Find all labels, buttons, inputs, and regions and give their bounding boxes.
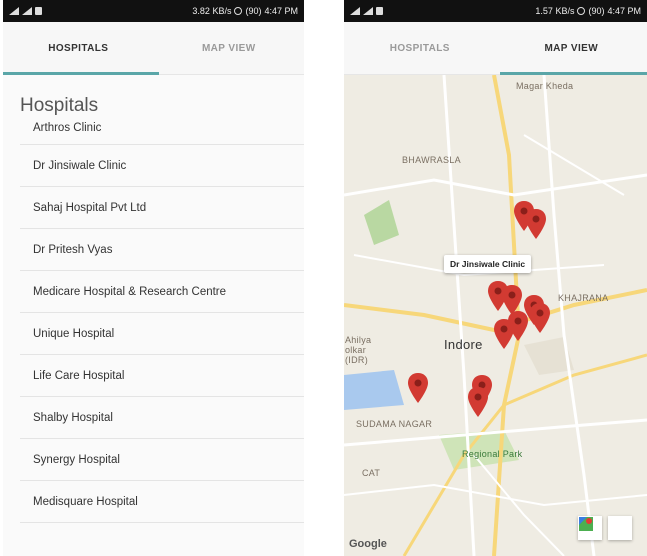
signal-icon <box>9 7 19 15</box>
tab-bar: HOSPITALS MAP VIEW <box>3 22 304 75</box>
hospital-list: Arthros Clinic Dr Jinsiwale Clinic Sahaj… <box>3 117 304 523</box>
signal-icon <box>350 7 360 15</box>
hospitals-screen: 3.82 KB/s (90) 4:47 PM HOSPITALS MAP VIE… <box>3 0 304 556</box>
map-pin-icon[interactable] <box>526 209 546 239</box>
map-pin-icon[interactable] <box>408 373 428 403</box>
tab-hospitals[interactable]: HOSPITALS <box>344 22 496 74</box>
list-item[interactable]: Medicare Hospital & Research Centre <box>20 271 304 313</box>
clock: 4:47 PM <box>607 6 641 16</box>
notification-icon <box>376 7 383 15</box>
map-label: SUDAMA NAGAR <box>356 419 433 429</box>
status-icons-right: 3.82 KB/s (90) 4:47 PM <box>192 6 298 16</box>
map-label: olkar <box>345 345 367 355</box>
alarm-icon <box>234 7 243 15</box>
battery-level: (90) <box>245 6 262 16</box>
map-pin-icon[interactable] <box>468 387 488 417</box>
tab-indicator <box>3 72 159 75</box>
status-icons-right: 1.57 KB/s (90) 4:47 PM <box>535 6 641 16</box>
google-maps-icon <box>579 517 593 531</box>
list-item[interactable]: Dr Pritesh Vyas <box>20 229 304 271</box>
notification-icon <box>35 7 42 15</box>
map-label: Magar Kheda <box>516 81 574 91</box>
google-logo: Google <box>349 538 387 550</box>
tab-map-view[interactable]: MAP VIEW <box>154 22 305 74</box>
list-item[interactable]: Dr Jinsiwale Clinic <box>20 145 304 187</box>
open-in-maps-button[interactable] <box>579 516 632 540</box>
network-speed: 3.82 KB/s <box>192 6 232 16</box>
map-label: Regional Park <box>462 449 523 459</box>
status-icons-left <box>350 7 383 15</box>
signal-icon <box>22 7 32 15</box>
tab-bar: HOSPITALS MAP VIEW <box>344 22 647 75</box>
status-icons-left <box>9 7 42 15</box>
map-background <box>344 75 647 556</box>
list-item[interactable]: Medisquare Hospital <box>20 481 304 523</box>
network-speed: 1.57 KB/s <box>535 6 575 16</box>
map-label: Indore <box>444 337 483 352</box>
list-item[interactable]: Life Care Hospital <box>20 355 304 397</box>
map-label: CAT <box>362 468 381 478</box>
map-pin-icon[interactable] <box>530 303 550 333</box>
map-label: KHAJRANA <box>558 293 609 303</box>
list-item[interactable]: Arthros Clinic <box>20 117 304 145</box>
map-screen: 1.57 KB/s (90) 4:47 PM HOSPITALS MAP VIE… <box>344 0 647 556</box>
list-item[interactable]: Sahaj Hospital Pvt Ltd <box>20 187 304 229</box>
list-item[interactable]: Unique Hospital <box>20 313 304 355</box>
tab-hospitals[interactable]: HOSPITALS <box>3 22 154 74</box>
clock: 4:47 PM <box>264 6 298 16</box>
map-label: (IDR) <box>345 355 368 365</box>
map-label: BHAWRASLA <box>402 155 461 165</box>
map-pin-icon[interactable] <box>494 319 514 349</box>
tab-map-view[interactable]: MAP VIEW <box>496 22 647 74</box>
signal-icon <box>363 7 373 15</box>
map-label: Ahilya <box>345 335 372 345</box>
list-item[interactable]: Shalby Hospital <box>20 397 304 439</box>
battery-level: (90) <box>588 6 605 16</box>
marker-tooltip[interactable]: Dr Jinsiwale Clinic <box>444 255 532 273</box>
status-bar: 1.57 KB/s (90) 4:47 PM <box>344 0 647 22</box>
map-toolbar <box>578 516 632 540</box>
list-item[interactable]: Synergy Hospital <box>20 439 304 481</box>
alarm-icon <box>577 7 586 15</box>
page-title: Hospitals <box>20 95 99 116</box>
map-view[interactable]: Magar Kheda BHAWRASLA KHAJRANA Indore SU… <box>344 75 647 556</box>
status-bar: 3.82 KB/s (90) 4:47 PM <box>3 0 304 22</box>
